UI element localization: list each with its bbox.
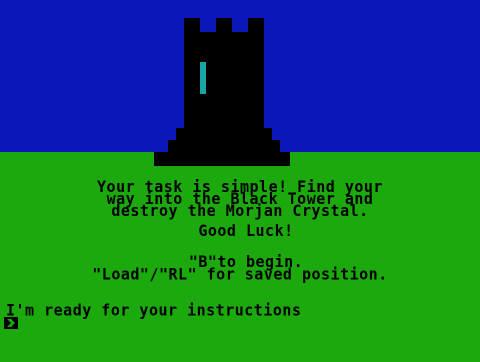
tower-merlon-left — [184, 18, 200, 32]
tower-merlon-middle — [216, 18, 232, 32]
tower-base-step-3 — [154, 152, 290, 166]
tower-window — [200, 62, 206, 94]
load-instruction: "Load"/"RL" for saved position. — [92, 264, 388, 284]
tower-base-step-2 — [168, 140, 280, 152]
tower-base-step-1 — [176, 128, 272, 140]
game-screen: Your task is simple! Find your way into … — [0, 0, 480, 362]
cursor-arrow-icon — [7, 319, 15, 327]
prompt-text: I'm ready for your instructions — [6, 300, 302, 320]
intro-line-3: destroy the Morjan Crystal. — [111, 201, 369, 221]
tower-body — [184, 32, 264, 130]
tower-merlon-right — [248, 18, 264, 32]
intro-line-4: Good Luck! — [198, 221, 294, 241]
